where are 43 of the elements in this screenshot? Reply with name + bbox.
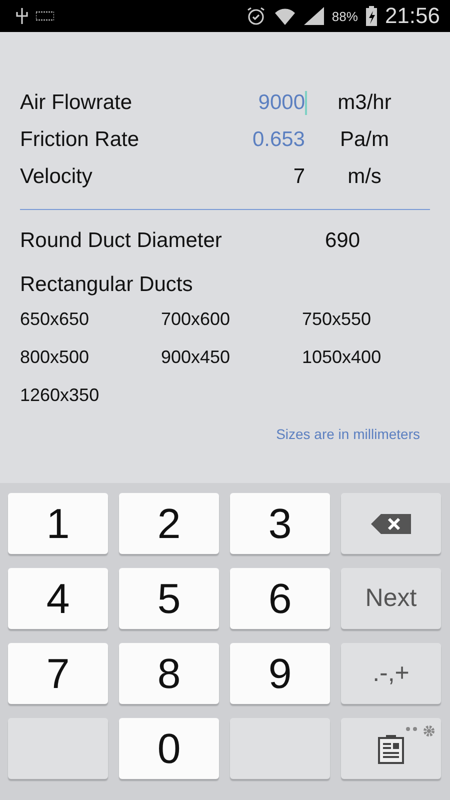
clipboard-key[interactable] [341,718,441,779]
settings-icon [405,724,437,738]
result-value: 7 [292,164,306,188]
backspace-key[interactable] [341,493,441,554]
battery-charging-icon [366,6,377,26]
digit-key[interactable]: 9 [230,643,330,704]
unit-label: m3/hr [336,90,392,114]
duct-size: 1050x400 [302,347,382,368]
duct-size: 700x600 [161,309,232,330]
unit-label: Pa/m [338,128,390,152]
digit-key[interactable]: 8 [119,643,219,704]
field-label: Friction Rate [20,128,140,152]
clock-time: 21:56 [384,3,440,29]
digit-key[interactable]: 5 [119,568,219,629]
clipboard-icon [378,734,404,764]
units-note: Sizes are in millimeters [276,426,420,442]
section-title: Rectangular Ducts [20,273,194,297]
backspace-icon [371,514,411,534]
keyboard-icon [36,11,54,21]
field-label: Velocity [20,164,94,188]
duct-size: 900x450 [161,347,232,368]
digit-key[interactable]: 6 [230,568,330,629]
field-label: Air Flowrate [20,90,134,114]
usb-icon [16,8,28,24]
digit-key[interactable]: 0 [119,718,219,779]
wifi-icon [274,6,296,26]
action-key[interactable]: Next [341,568,441,629]
duct-size: 750x550 [302,309,372,330]
duct-size: 800x500 [20,347,90,368]
unit-label: m/s [346,164,382,188]
digit-key[interactable]: 4 [8,568,108,629]
round-duct-label: Round Duct Diameter [20,228,223,252]
alarm-icon [246,6,266,26]
duct-size: 650x650 [20,309,90,330]
digit-key[interactable]: 1 [8,493,108,554]
signal-icon [304,7,324,25]
round-duct-value: 690 [325,228,360,252]
digit-key[interactable]: 7 [8,643,108,704]
digit-key[interactable]: 2 [119,493,219,554]
duct-size: 1260x350 [20,385,100,406]
digit-key[interactable]: 3 [230,493,330,554]
action-key[interactable]: .-,+ [341,643,441,704]
battery-percent: 88% [332,8,358,24]
